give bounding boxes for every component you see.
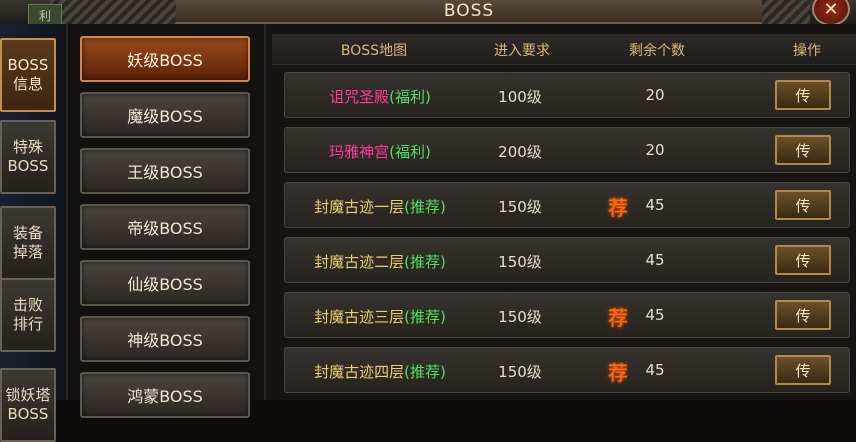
header-requirement: 进入要求 <box>494 43 550 59</box>
map-cell: 玛雅神宫(福利) <box>329 143 431 161</box>
category-di-boss[interactable]: 帝级BOSS <box>80 204 250 250</box>
remaining-cell: 45 <box>645 306 665 324</box>
remaining-cell: 20 <box>645 86 665 104</box>
close-icon: ✕ <box>823 0 839 20</box>
category-xian-boss[interactable]: 仙级BOSS <box>80 260 250 306</box>
category-hongmeng-boss[interactable]: 鸿蒙BOSS <box>80 372 250 418</box>
requirement-cell: 150级 <box>498 198 542 216</box>
requirement-cell: 150级 <box>498 363 542 381</box>
requirement-cell: 200级 <box>498 143 542 161</box>
window-title: BOSS <box>443 1 495 21</box>
map-cell: 封魔古迹三层(推荐) <box>314 308 446 326</box>
requirement-cell: 150级 <box>498 308 542 326</box>
title-ornament-left <box>50 0 180 24</box>
tab-boss-info[interactable]: BOSS 信息 <box>0 38 56 112</box>
table-row: 封魔古迹一层(推荐) 150级 荐 45 传 <box>284 182 850 228</box>
category-wang-boss[interactable]: 王级BOSS <box>80 148 250 194</box>
boss-category-list: 妖级BOSS 魔级BOSS 王级BOSS 帝级BOSS 仙级BOSS 神级BOS… <box>66 24 266 418</box>
teleport-button[interactable]: 传 <box>775 355 831 385</box>
remaining-cell: 45 <box>645 251 665 269</box>
left-tab-bar: BOSS 信息 特殊 BOSS 装备 掉落 击败 排行 锁妖塔 BOSS <box>0 24 66 442</box>
header-action: 操作 <box>793 43 821 59</box>
map-cell: 封魔古迹一层(推荐) <box>314 198 446 216</box>
teleport-button[interactable]: 传 <box>775 190 831 220</box>
map-cell: 诅咒圣殿(福利) <box>329 88 431 106</box>
top-left-button[interactable]: 利 <box>28 4 62 26</box>
teleport-button[interactable]: 传 <box>775 300 831 330</box>
tab-kill-ranking[interactable]: 击败 排行 <box>0 278 56 352</box>
remaining-cell: 45 <box>645 361 665 379</box>
remaining-cell: 20 <box>645 141 665 159</box>
requirement-cell: 100级 <box>498 88 542 106</box>
category-yao-boss[interactable]: 妖级BOSS <box>80 36 250 82</box>
teleport-button[interactable]: 传 <box>775 135 831 165</box>
title-panel: BOSS <box>176 0 762 24</box>
title-bar: 利 BOSS ✕ <box>0 0 856 26</box>
close-button[interactable]: ✕ <box>812 0 850 26</box>
table-header: BOSS地图 进入要求 剩余个数 操作 <box>272 34 856 65</box>
table-row: 玛雅神宫(福利) 200级 20 传 <box>284 127 850 173</box>
table-row: 封魔古迹二层(推荐) 150级 45 传 <box>284 237 850 283</box>
category-shen-boss[interactable]: 神级BOSS <box>80 316 250 362</box>
remaining-cell: 45 <box>645 196 665 214</box>
boss-table: BOSS地图 进入要求 剩余个数 操作 诅咒圣殿(福利) 100级 20 传 玛… <box>266 24 856 400</box>
map-cell: 封魔古迹二层(推荐) <box>314 253 446 271</box>
table-row: 封魔古迹四层(推荐) 150级 荐 45 传 <box>284 347 850 393</box>
header-remaining: 剩余个数 <box>629 43 685 59</box>
map-cell: 封魔古迹四层(推荐) <box>314 363 446 381</box>
tab-equipment-drops[interactable]: 装备 掉落 <box>0 206 56 280</box>
teleport-button[interactable]: 传 <box>775 80 831 110</box>
table-row: 封魔古迹三层(推荐) 150级 荐 45 传 <box>284 292 850 338</box>
tab-special-boss[interactable]: 特殊 BOSS <box>0 120 56 194</box>
tab-demon-tower-boss[interactable]: 锁妖塔 BOSS <box>0 368 56 442</box>
category-mo-boss[interactable]: 魔级BOSS <box>80 92 250 138</box>
table-row: 诅咒圣殿(福利) 100级 20 传 <box>284 72 850 118</box>
teleport-button[interactable]: 传 <box>775 245 831 275</box>
header-map: BOSS地图 <box>340 43 408 59</box>
requirement-cell: 150级 <box>498 253 542 271</box>
